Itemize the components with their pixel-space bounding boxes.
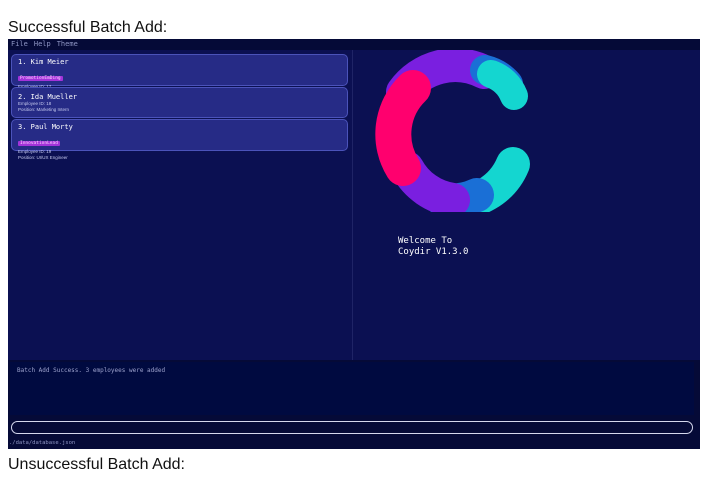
- menu-bar: File Help Theme: [8, 39, 700, 49]
- employee-tag: InnovationLead: [18, 141, 60, 146]
- employee-position: Position: Marketing Intern: [18, 107, 70, 112]
- command-input[interactable]: [11, 421, 693, 434]
- employee-name: 1. Kim Meier: [18, 58, 69, 66]
- employee-tag: PromotionEmDing: [18, 76, 63, 81]
- coydir-logo-icon: [375, 50, 530, 212]
- employee-name: 3. Paul Morty: [18, 123, 73, 131]
- welcome-version: Coydir V1.3.0: [398, 247, 469, 257]
- result-message: Batch Add Success. 3 employees were adde…: [17, 367, 166, 374]
- result-display: Batch Add Success. 3 employees were adde…: [10, 362, 694, 415]
- menu-file[interactable]: File: [11, 39, 28, 49]
- welcome-message: Welcome To Coydir V1.3.0: [398, 236, 468, 258]
- menu-theme[interactable]: Theme: [57, 39, 78, 49]
- menu-help[interactable]: Help: [34, 39, 51, 49]
- employee-card[interactable]: 1. Kim Meier PromotionEmDing Employee ID…: [11, 54, 348, 95]
- employee-name: 2. Ida Mueller: [18, 93, 78, 101]
- status-bar: ./data/database.json: [8, 438, 700, 449]
- caption-successful-batch-add: Successful Batch Add:: [8, 19, 168, 36]
- welcome-panel: Welcome To Coydir V1.3.0: [353, 50, 700, 360]
- employee-card[interactable]: 3. Paul Morty InnovationLead Employee ID…: [11, 119, 348, 160]
- employee-card[interactable]: 2. Ida Mueller Employee ID: 18 Position:…: [11, 87, 348, 118]
- employee-list-panel: 1. Kim Meier PromotionEmDing Employee ID…: [8, 50, 352, 360]
- welcome-line-1: Welcome To: [398, 236, 453, 246]
- coydir-app-window: File Help Theme 1. Kim Meier PromotionEm…: [8, 39, 700, 449]
- caption-unsuccessful-batch-add: Unsuccessful Batch Add:: [8, 456, 185, 473]
- employee-position: Position: UI/UX Engineer: [18, 155, 68, 160]
- data-file-path: ./data/database.json: [9, 440, 76, 446]
